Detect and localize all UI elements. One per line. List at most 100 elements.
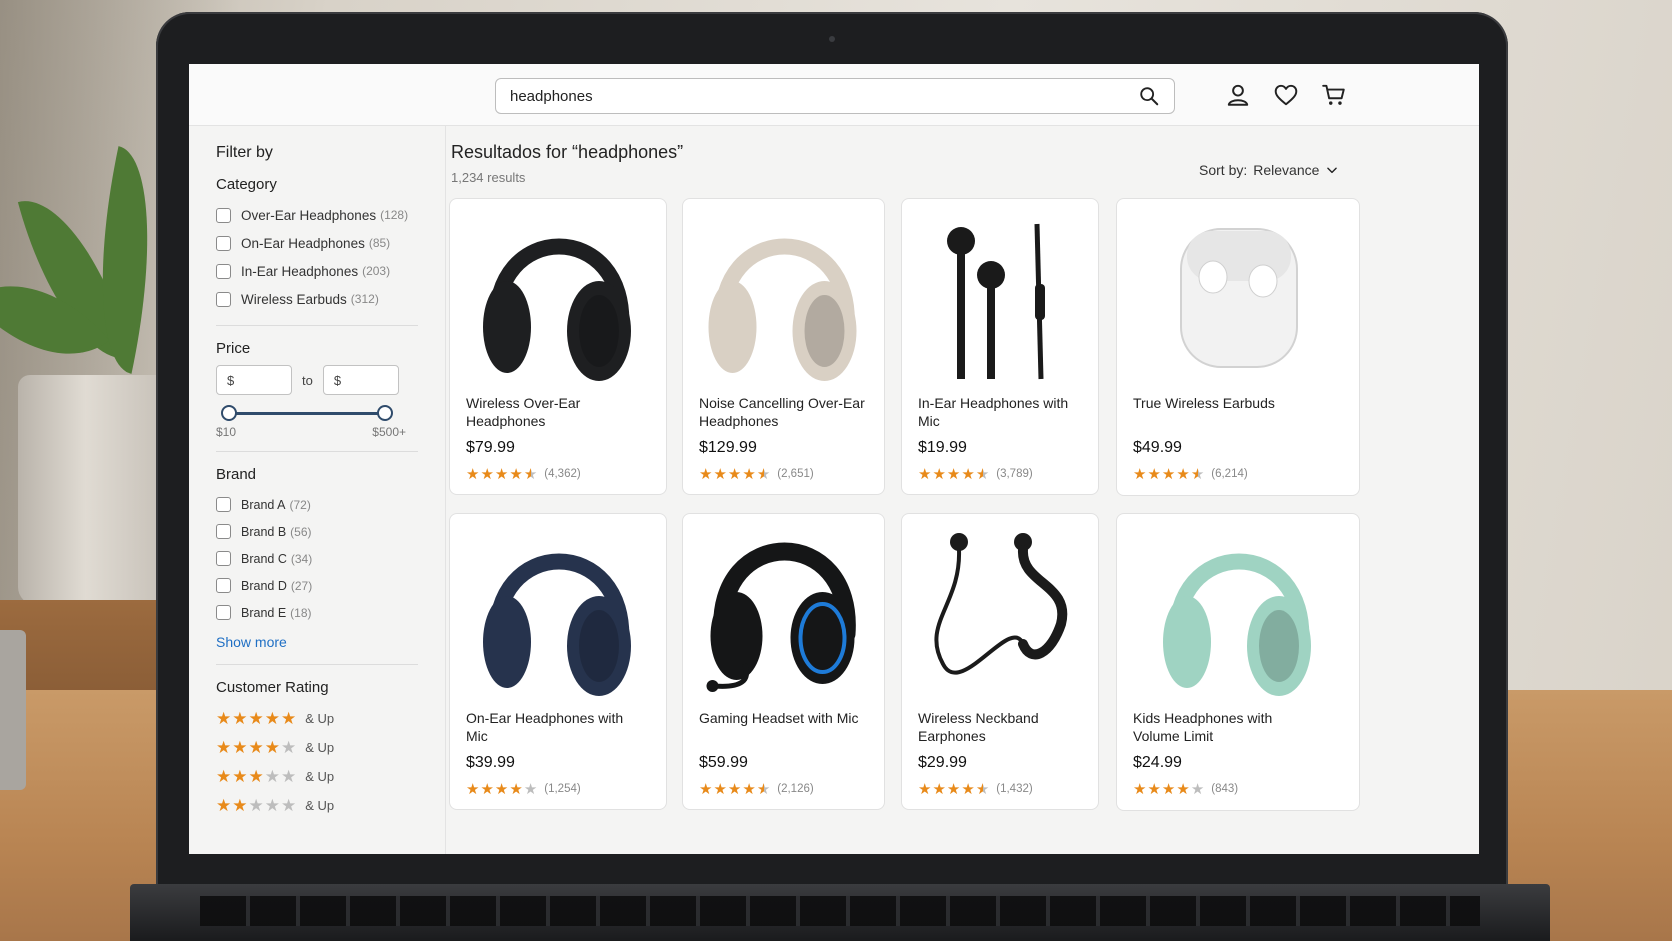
star-full-icon: ★ xyxy=(1133,781,1148,798)
star-full-icon: ★ xyxy=(466,781,481,798)
brand-label: Brand C xyxy=(241,551,287,566)
product-card[interactable]: Kids Headphones with Volume Limit $24.99… xyxy=(1116,513,1360,811)
product-card[interactable]: Wireless Over-Ear Headphones $79.99 ★★★★… xyxy=(449,198,667,495)
star-full-icon: ★ xyxy=(232,795,249,815)
brand-label: Brand A xyxy=(241,497,286,512)
product-name[interactable]: On-Ear Headphones with Mic xyxy=(466,709,636,745)
brand-count: (27) xyxy=(290,578,313,593)
star-full-icon: ★ xyxy=(699,466,714,483)
star-rating: ★★★★★ xyxy=(699,780,771,798)
product-image[interactable] xyxy=(902,514,1098,702)
star-full-icon: ★ xyxy=(742,466,757,483)
brand-option[interactable]: Brand B (56) xyxy=(216,518,445,545)
product-image[interactable] xyxy=(450,199,666,387)
price-slider-track xyxy=(227,412,387,415)
search-input[interactable] xyxy=(510,87,1138,105)
show-more-brands-link[interactable]: Show more xyxy=(216,634,287,650)
checkbox[interactable] xyxy=(216,497,231,512)
product-card[interactable]: Noise Cancelling Over-Ear Headphones $12… xyxy=(682,198,885,495)
product-image[interactable] xyxy=(902,199,1098,387)
brand-option[interactable]: Brand E (18) xyxy=(216,599,445,626)
product-card[interactable]: True Wireless Earbuds $49.99 ★★★★★ (6,21… xyxy=(1116,198,1360,496)
star-full-icon: ★ xyxy=(932,466,947,483)
rating-suffix: & Up xyxy=(305,769,335,784)
category-option[interactable]: Over-Ear Headphones (128) xyxy=(216,201,445,229)
rating-filter-option[interactable]: ★★★★★ & Up xyxy=(216,704,445,733)
review-count: (6,214) xyxy=(1211,468,1248,480)
product-image[interactable] xyxy=(683,199,884,387)
rating-heading: Customer Rating xyxy=(216,679,329,696)
star-full-icon: ★ xyxy=(946,781,962,798)
search-bar[interactable] xyxy=(495,78,1175,114)
product-card[interactable]: On-Ear Headphones with Mic $39.99 ★★★★★ … xyxy=(449,513,667,810)
search-icon[interactable] xyxy=(1138,85,1160,107)
product-rating: ★★★★★ (3,789) xyxy=(918,465,1033,483)
review-count: (4,362) xyxy=(544,468,581,480)
price-min-input[interactable]: $ xyxy=(216,365,292,395)
checkbox[interactable] xyxy=(216,207,231,223)
star-full-icon: ★ xyxy=(1161,781,1177,798)
brand-option[interactable]: Brand C (34) xyxy=(216,545,445,572)
product-name[interactable]: In-Ear Headphones with Mic xyxy=(918,394,1088,430)
account-icon[interactable] xyxy=(1225,82,1251,108)
star-full-icon: ★ xyxy=(1147,781,1162,798)
category-option[interactable]: In-Ear Headphones (203) xyxy=(216,257,445,285)
checkbox[interactable] xyxy=(216,291,231,307)
category-option[interactable]: On-Ear Headphones (85) xyxy=(216,229,445,257)
checkbox[interactable] xyxy=(216,605,231,620)
price-slider-max-handle[interactable] xyxy=(377,405,393,421)
category-count: (128) xyxy=(380,208,409,222)
sort-dropdown[interactable]: Sort by: Relevance xyxy=(1199,162,1339,178)
product-image[interactable] xyxy=(683,514,884,702)
product-name[interactable]: Wireless Over-Ear Headphones xyxy=(466,394,636,430)
checkbox[interactable] xyxy=(216,524,231,539)
brand-count: (18) xyxy=(290,605,312,620)
cart-icon[interactable] xyxy=(1321,82,1347,108)
star-full-icon: ★ xyxy=(509,466,524,483)
rating-suffix: & Up xyxy=(305,711,335,726)
star-half-icon: ★ xyxy=(975,781,991,798)
product-card[interactable]: In-Ear Headphones with Mic $19.99 ★★★★★ … xyxy=(901,198,1099,495)
product-name[interactable]: Kids Headphones with Volume Limit xyxy=(1133,709,1303,745)
product-card[interactable]: Wireless Neckband Earphones $29.99 ★★★★★… xyxy=(901,513,1099,810)
star-full-icon: ★ xyxy=(961,781,976,798)
product-name[interactable]: Noise Cancelling Over-Ear Headphones xyxy=(699,394,869,430)
product-name[interactable]: True Wireless Earbuds xyxy=(1133,394,1303,412)
product-image[interactable] xyxy=(450,514,666,702)
star-rating: ★★★★★ xyxy=(216,767,297,787)
star-empty-icon: ★ xyxy=(264,766,281,786)
brand-heading: Brand xyxy=(216,466,257,483)
product-image[interactable] xyxy=(1117,199,1359,387)
star-full-icon: ★ xyxy=(699,781,714,798)
price-slider[interactable] xyxy=(221,405,393,421)
star-rating: ★★★★★ xyxy=(216,796,297,816)
filter-title: Filter by xyxy=(216,144,273,161)
category-count: (203) xyxy=(362,264,391,278)
product-name[interactable]: Wireless Neckband Earphones xyxy=(918,709,1088,745)
price-range-inputs: $ to $ xyxy=(216,365,445,395)
product-card[interactable]: Gaming Headset with Mic $59.99 ★★★★★ (2,… xyxy=(682,513,885,810)
brand-option[interactable]: Brand A (72) xyxy=(216,491,445,518)
rating-filter-option[interactable]: ★★★★★ & Up xyxy=(216,733,445,762)
review-count: (843) xyxy=(1211,783,1239,795)
category-option[interactable]: Wireless Earbuds (312) xyxy=(216,285,445,313)
webcam xyxy=(829,36,835,42)
product-rating: ★★★★★ (4,362) xyxy=(466,465,581,483)
price-slider-min-handle[interactable] xyxy=(221,405,237,421)
brand-option[interactable]: Brand D (27) xyxy=(216,572,445,599)
product-price: $59.99 xyxy=(699,754,748,771)
product-image[interactable] xyxy=(1117,514,1359,702)
star-empty-icon: ★ xyxy=(248,795,265,815)
rating-filter-option[interactable]: ★★★★★ & Up xyxy=(216,762,445,791)
checkbox[interactable] xyxy=(216,578,231,593)
checkbox[interactable] xyxy=(216,263,231,279)
checkbox[interactable] xyxy=(216,551,231,566)
product-name[interactable]: Gaming Headset with Mic xyxy=(699,709,869,727)
product-rating: ★★★★★ (6,214) xyxy=(1133,465,1248,483)
wishlist-heart-icon[interactable] xyxy=(1273,82,1299,108)
checkbox[interactable] xyxy=(216,235,231,251)
product-rating: ★★★★★ (843) xyxy=(1133,780,1238,798)
price-max-input[interactable]: $ xyxy=(322,365,399,395)
rating-filter-option[interactable]: ★★★★★ & Up xyxy=(216,791,445,820)
star-empty-icon: ★ xyxy=(281,795,298,815)
